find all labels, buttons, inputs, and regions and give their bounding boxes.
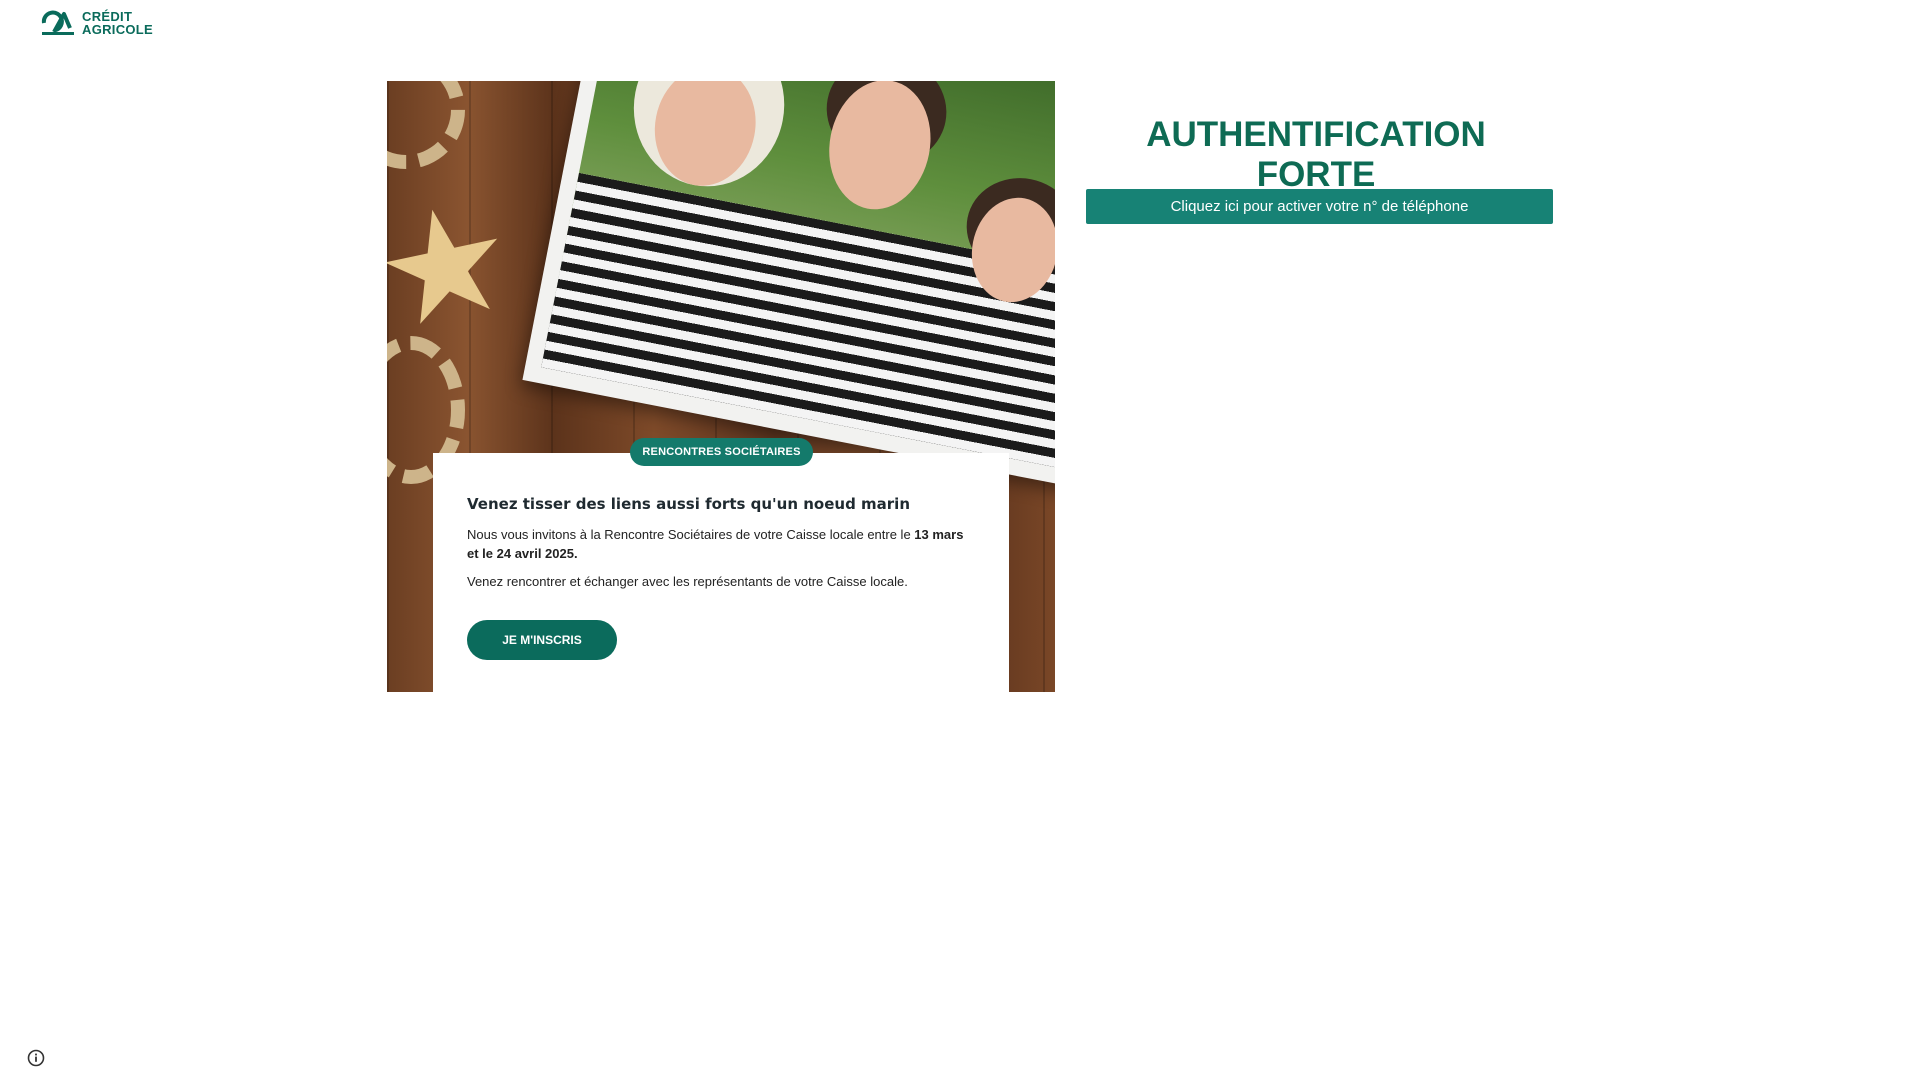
info-icon bbox=[27, 1049, 45, 1067]
credit-agricole-logo[interactable]: CRÉDIT AGRICOLE bbox=[40, 10, 153, 36]
promo-text-1-regular: Nous vous invitons à la Rencontre Sociét… bbox=[467, 527, 915, 542]
register-button[interactable]: JE M'INSCRIS bbox=[467, 620, 617, 660]
promo-text-2: Venez rencontrer et échanger avec les re… bbox=[467, 574, 908, 589]
activate-phone-button[interactable]: Cliquez ici pour activer votre n° de tél… bbox=[1086, 189, 1553, 224]
ca-logo-icon bbox=[41, 10, 74, 35]
site-info-button[interactable] bbox=[26, 1048, 46, 1068]
promo-card: Venez tisser des liens aussi forts qu'un… bbox=[433, 453, 1009, 692]
logo-wordmark: CRÉDIT AGRICOLE bbox=[82, 10, 153, 36]
page-title: AUTHENTIFICATION FORTE bbox=[1146, 115, 1486, 194]
promo-badge: RENCONTRES SOCIÉTAIRES bbox=[630, 438, 813, 466]
promo-text-1: Nous vous invitons à la Rencontre Sociét… bbox=[467, 525, 977, 563]
promo-banner: ★ Venez tisser des liens aussi forts qu'… bbox=[387, 81, 1055, 692]
promo-title: Venez tisser des liens aussi forts qu'un… bbox=[467, 495, 910, 513]
logo-text-line2: AGRICOLE bbox=[82, 22, 154, 37]
